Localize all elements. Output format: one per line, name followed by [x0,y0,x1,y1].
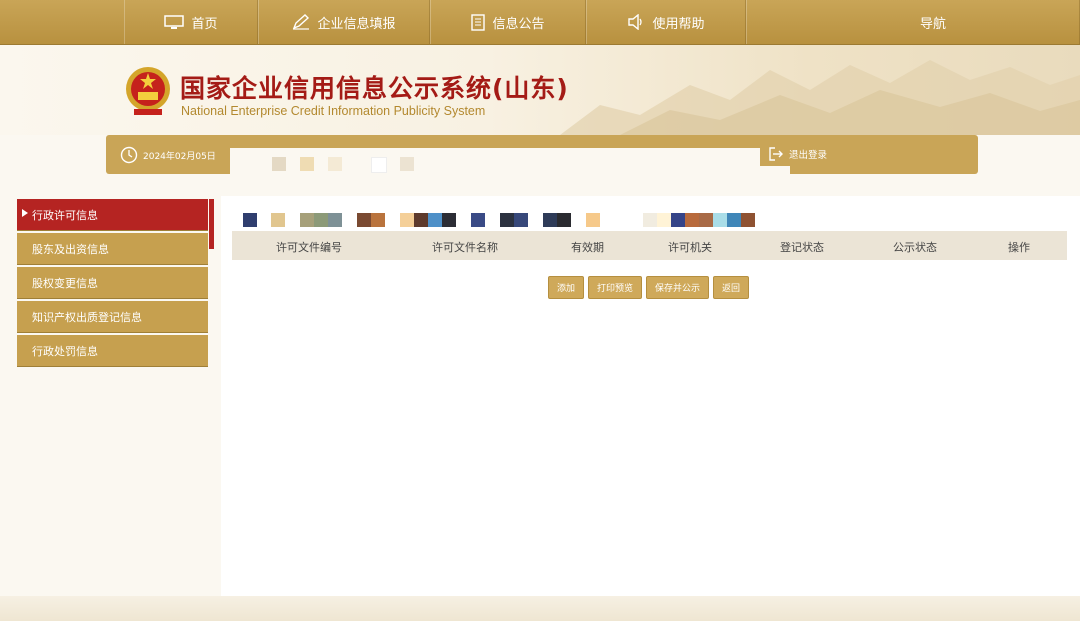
redacted-block [713,213,727,227]
save-publish-button[interactable]: 保存并公示 [646,276,710,299]
pen-icon [293,14,310,30]
redacted-block [741,213,755,227]
redacted-block [400,157,414,171]
nav-fill-label: 企业信息填报 [317,16,396,32]
sidebar-item-admin-license[interactable]: 行政许可信息 [17,199,208,230]
date-text: 2024年02月05日 [143,151,216,162]
redacted-block [442,213,456,227]
redacted-block [328,157,342,171]
sidebar-item-admin-penalty[interactable]: 行政处罚信息 [17,335,208,366]
column-header: 公示状态 [893,241,937,254]
sidebar-item-equity-change[interactable]: 股权变更信息 [17,267,208,298]
document-icon [471,13,486,31]
column-header: 许可机关 [668,241,712,254]
redacted-block [685,213,699,227]
redacted-block [243,213,257,227]
redacted-block [557,213,571,227]
back-button[interactable]: 返回 [713,276,750,299]
mountain-illustration [560,60,1080,135]
column-header: 许可文件编号 [276,241,342,254]
nav-home-label: 首页 [191,16,218,32]
redacted-block [300,157,314,171]
system-title: 国家企业信用信息公示系统(山东) [180,74,569,103]
tab-strip-tail [430,166,790,186]
nav-fill[interactable]: 企业信息填报 [258,0,430,44]
column-header: 操作 [1008,241,1030,254]
redacted-block [471,213,485,227]
sidebar: 行政许可信息 股东及出资信息 股权变更信息 知识产权出质登记信息 行政处罚信息 [17,199,208,369]
redacted-block [727,213,741,227]
active-tab-indicator [209,199,214,249]
redacted-block [428,213,442,227]
action-buttons: 添加 打印预览 保存并公示 返回 [548,276,750,299]
redacted-block [699,213,713,227]
nav-help-label: 使用帮助 [652,16,705,32]
current-date: 2024年02月05日 [120,146,216,164]
table-header [232,231,1067,260]
top-nav: 首页 企业信息填报 信息公告 使用帮助 导航 [0,0,1080,45]
system-subtitle: National Enterprise Credit Information P… [181,104,486,118]
sidebar-item-label: 知识产权出质登记信息 [32,310,142,324]
redacted-block [500,213,514,227]
print-preview-button[interactable]: 打印预览 [588,276,643,299]
nav-help[interactable]: 使用帮助 [586,0,746,44]
caret-right-icon [22,209,28,217]
nav-guide[interactable]: 导航 [746,0,1080,44]
redacted-block [272,157,286,171]
redacted-block [414,213,428,227]
header-banner: 国家企业信用信息公示系统(山东) National Enterprise Cre… [0,45,1080,135]
national-emblem-icon [126,67,170,115]
sidebar-item-label: 股东及出资信息 [32,242,109,256]
logout-button[interactable]: 退出登录 [768,146,827,162]
speaker-icon [628,14,643,30]
nav-notice-label: 信息公告 [492,16,545,32]
redacted-block [328,213,342,227]
clock-icon [120,146,138,164]
redacted-block [300,213,314,227]
sidebar-item-label: 行政许可信息 [32,208,98,222]
column-header: 登记状态 [780,241,824,254]
redacted-block [586,213,600,227]
redacted-block [371,157,387,173]
nav-guide-label: 导航 [919,16,946,32]
sidebar-item-label: 行政处罚信息 [32,344,98,358]
logout-label: 退出登录 [789,150,828,161]
redacted-block [543,213,557,227]
nav-notice[interactable]: 信息公告 [430,0,586,44]
column-header: 许可文件名称 [432,241,498,254]
redacted-block [314,213,328,227]
add-button[interactable]: 添加 [548,276,585,299]
redacted-block [514,213,528,227]
logout-icon [769,147,783,161]
monitor-icon [164,14,185,29]
nav-home[interactable]: 首页 [124,0,258,44]
footer [0,596,1080,621]
redacted-block [371,213,385,227]
sidebar-item-ip-pledge[interactable]: 知识产权出质登记信息 [17,301,208,332]
redacted-block [643,213,657,227]
redacted-block [271,213,285,227]
column-header: 有效期 [571,241,604,254]
redacted-block [657,213,671,227]
redacted-block [671,213,685,227]
sidebar-item-shareholder[interactable]: 股东及出资信息 [17,233,208,264]
redacted-block [357,213,371,227]
sidebar-item-label: 股权变更信息 [32,276,98,290]
redacted-block [400,213,414,227]
